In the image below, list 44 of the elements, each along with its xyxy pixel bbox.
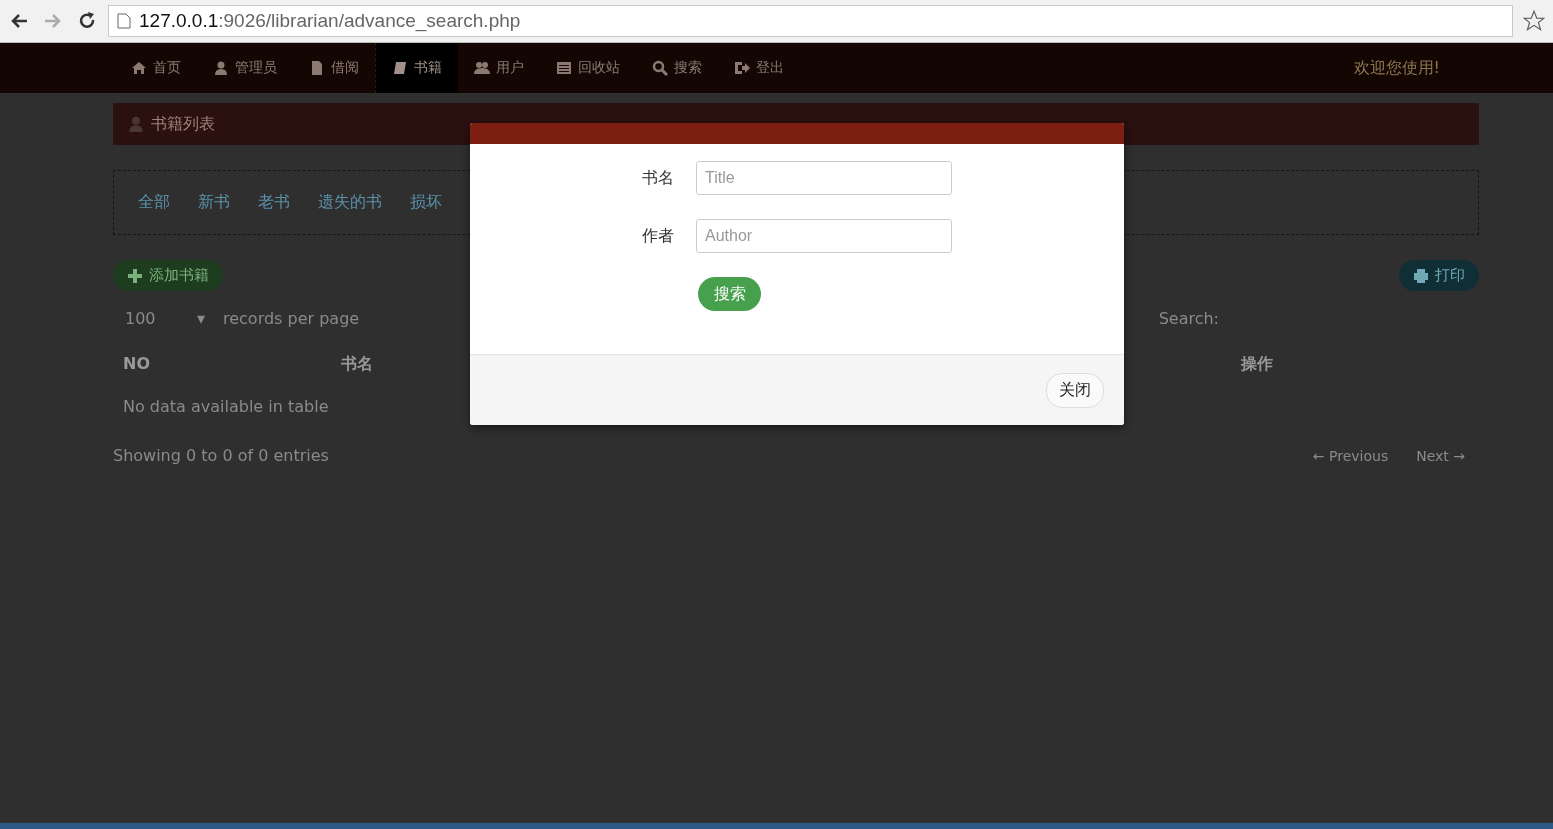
table-info: Showing 0 to 0 of 0 entries [113,446,329,465]
print-button[interactable]: 打印 [1399,260,1479,291]
nav-item[interactable]: 借阅 [293,43,375,93]
search-icon [652,60,668,76]
input-field[interactable]: Title [696,161,952,195]
nav-item[interactable]: 搜索 [636,43,718,93]
list-icon [556,60,572,76]
address-bar[interactable]: 127.0.0.1:9026/librarian/advance_search.php [108,5,1513,37]
panel-title: 书籍列表 [151,113,215,135]
filter-link[interactable]: 老书 [258,192,290,213]
file-icon [309,60,325,76]
close-button[interactable]: 关闭 [1046,372,1104,408]
previous-link[interactable]: ← Previous [1312,447,1389,464]
user-icon [127,115,145,133]
add-book-button[interactable]: 添加书籍 [113,260,223,291]
filter-link[interactable]: 全部 [138,192,170,213]
filter-link[interactable]: 新书 [198,192,230,213]
nav-item[interactable]: 登出 [718,43,800,93]
page-length-label: records per page [223,309,360,328]
nav-item[interactable]: 用户 [458,43,540,93]
nav-item[interactable]: 回收站 [540,43,636,93]
field-label: 书名 [641,167,674,189]
column-header[interactable]: NO [123,354,341,375]
welcome-text: 欢迎您使用! [1353,57,1440,79]
empty-table-message: No data available in table [122,397,330,416]
logout-icon [734,60,750,76]
nav-item[interactable]: 书籍 [375,43,458,93]
field-label: 作者 [641,225,674,247]
plus-icon [127,267,143,284]
home-icon [131,60,147,76]
search-button[interactable]: 搜索 [698,277,761,311]
next-link[interactable]: Next → [1416,447,1465,464]
filter-link[interactable]: 遗失的书 [318,192,382,213]
column-header[interactable]: 操作 [1241,354,1273,375]
book-icon [392,60,408,76]
user-icon [213,60,229,76]
input-field[interactable]: Author [696,219,952,253]
nav-item[interactable]: 管理员 [197,43,293,93]
users-icon [474,60,490,76]
filter-link[interactable]: 损坏 [410,192,442,213]
nav-item[interactable]: 首页 [115,43,197,93]
page-length-select[interactable]: 100 ▾ [113,309,217,328]
search-label: Search: [1158,309,1219,328]
bookmark-star-icon[interactable] [1521,8,1547,34]
